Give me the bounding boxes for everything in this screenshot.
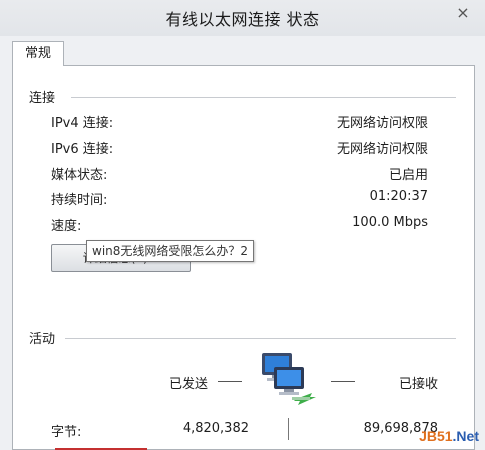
activity-heading: 活动: [29, 332, 56, 347]
ipv6-label: IPv6 连接:: [51, 142, 114, 157]
bytes-separator: [288, 418, 289, 440]
watermark-part2: .Net: [452, 428, 479, 444]
sent-dash: [218, 381, 242, 382]
site-watermark: JB51.Net: [419, 428, 479, 444]
ipv4-label: IPv4 连接:: [51, 116, 114, 131]
activity-divider: [65, 338, 456, 339]
tab-general[interactable]: 常规: [12, 41, 64, 66]
speed-label: 速度:: [51, 219, 82, 234]
ipv4-value: 无网络访问权限: [336, 116, 428, 131]
close-icon: ×: [456, 3, 470, 22]
duration-label: 持续时间:: [51, 193, 108, 208]
duration-value: 01:20:37: [369, 189, 428, 204]
connection-divider: [71, 97, 456, 98]
tooltip: win8无线网络受限怎么办？2: [86, 240, 255, 262]
bytes-label: 字节:: [51, 425, 82, 440]
media-state-value: 已启用: [388, 168, 428, 183]
media-state-label: 媒体状态:: [51, 168, 108, 183]
close-button[interactable]: ×: [451, 3, 475, 23]
connection-heading: 连接: [29, 91, 56, 106]
received-dash: [331, 381, 355, 382]
sent-label: 已发送: [168, 377, 208, 392]
network-computers-icon: [258, 353, 318, 409]
speed-value: 100.0 Mbps: [352, 215, 428, 230]
status-window: 有线以太网连接 状态 × 常规 连接 IPv4 连接: 无网络访问权限 IPv6…: [0, 0, 485, 450]
watermark-part1: JB51: [419, 428, 453, 444]
window-title: 有线以太网连接 状态: [165, 10, 320, 29]
bytes-sent-value: 4,820,382: [182, 421, 249, 436]
received-label: 已接收: [398, 377, 438, 392]
general-panel: 连接 IPv4 连接: 无网络访问权限 IPv6 连接: 无网络访问权限 媒体状…: [12, 65, 475, 450]
ipv6-value: 无网络访问权限: [336, 142, 428, 157]
title-bar[interactable]: 有线以太网连接 状态 ×: [0, 0, 485, 36]
